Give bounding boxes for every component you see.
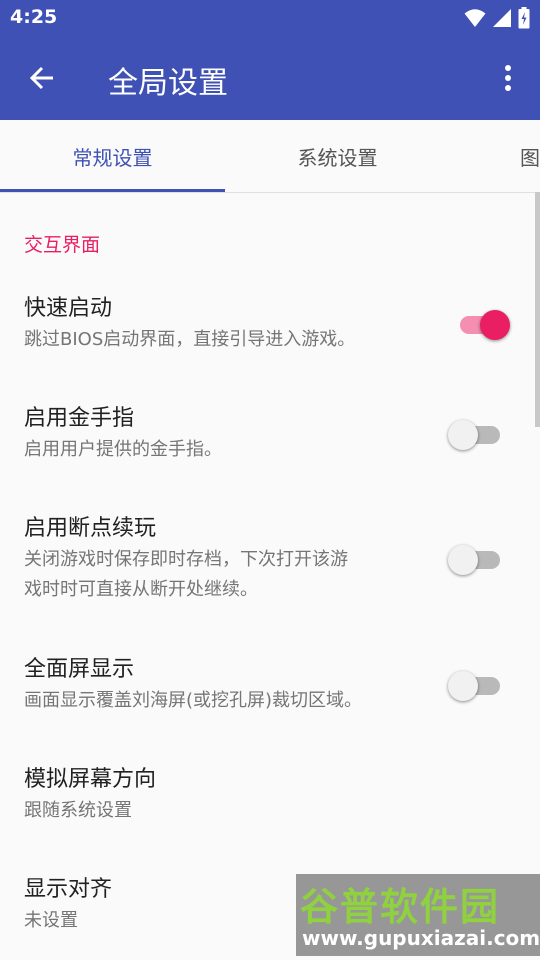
cheats-switch[interactable] bbox=[448, 416, 508, 452]
fullscreen-display-switch[interactable] bbox=[448, 667, 508, 703]
watermark: 谷普软件园 www.gupuxiazai.com bbox=[296, 874, 540, 956]
pref-resume-play[interactable]: 启用断点续玩 关闭游戏时保存即时存档，下次打开该游 戏时时可直接从断开处继续。 bbox=[24, 513, 424, 605]
wifi-icon bbox=[464, 9, 486, 27]
more-vert-icon bbox=[505, 65, 511, 91]
pref-screen-orientation[interactable]: 模拟屏幕方向 跟随系统设置 bbox=[24, 764, 424, 826]
pref-cheats[interactable]: 启用金手指 启用用户提供的金手指。 bbox=[24, 403, 424, 465]
pref-summary: 跳过BIOS启动界面，直接引导进入游戏。 bbox=[24, 329, 356, 350]
category-header: 交互界面 bbox=[24, 234, 101, 256]
battery-icon bbox=[518, 7, 530, 29]
tab-bar: 常规设置 系统设置 图 bbox=[0, 120, 540, 193]
resume-play-switch[interactable] bbox=[448, 541, 508, 577]
tab-graphics[interactable]: 图 bbox=[520, 120, 540, 192]
page-title: 全局设置 bbox=[108, 66, 228, 101]
quick-start-switch[interactable] bbox=[448, 306, 510, 342]
tab-system-settings[interactable]: 系统设置 bbox=[225, 120, 450, 192]
scrollbar[interactable] bbox=[535, 192, 540, 427]
more-options-button[interactable] bbox=[490, 56, 526, 100]
settings-list[interactable]: 交互界面 快速启动 跳过BIOS启动界面，直接引导进入游戏。 启用金手指 启用用… bbox=[0, 192, 540, 960]
signal-icon bbox=[493, 9, 511, 27]
pref-summary: 跟随系统设置 bbox=[24, 800, 132, 821]
tab-general-settings[interactable]: 常规设置 bbox=[0, 120, 225, 192]
pref-summary-line-2: 戏时时可直接从断开处继续。 bbox=[24, 579, 258, 600]
back-button[interactable] bbox=[20, 56, 64, 100]
pref-summary: 启用用户提供的金手指。 bbox=[24, 439, 222, 460]
pref-quick-start[interactable]: 快速启动 跳过BIOS启动界面，直接引导进入游戏。 bbox=[24, 293, 424, 355]
pref-title: 快速启动 bbox=[24, 296, 113, 321]
pref-title: 模拟屏幕方向 bbox=[24, 767, 157, 792]
status-time: 4:25 bbox=[10, 6, 58, 28]
pref-title: 启用断点续玩 bbox=[24, 516, 157, 541]
pref-summary-line-1: 关闭游戏时保存即时存档，下次打开该游 bbox=[24, 549, 348, 570]
watermark-logo: 谷普软件园 bbox=[300, 885, 501, 929]
pref-fullscreen-display[interactable]: 全面屏显示 画面显示覆盖刘海屏(或挖孔屏)裁切区域。 bbox=[24, 654, 424, 716]
watermark-url: www.gupuxiazai.com bbox=[302, 926, 540, 950]
app-bar: 全局设置 bbox=[0, 36, 540, 120]
status-icons bbox=[464, 7, 530, 29]
back-arrow-icon bbox=[29, 66, 53, 90]
pref-title: 启用金手指 bbox=[24, 406, 135, 431]
pref-title: 全面屏显示 bbox=[24, 657, 135, 682]
status-bar: 4:25 bbox=[0, 0, 540, 36]
pref-summary: 画面显示覆盖刘海屏(或挖孔屏)裁切区域。 bbox=[24, 690, 363, 711]
